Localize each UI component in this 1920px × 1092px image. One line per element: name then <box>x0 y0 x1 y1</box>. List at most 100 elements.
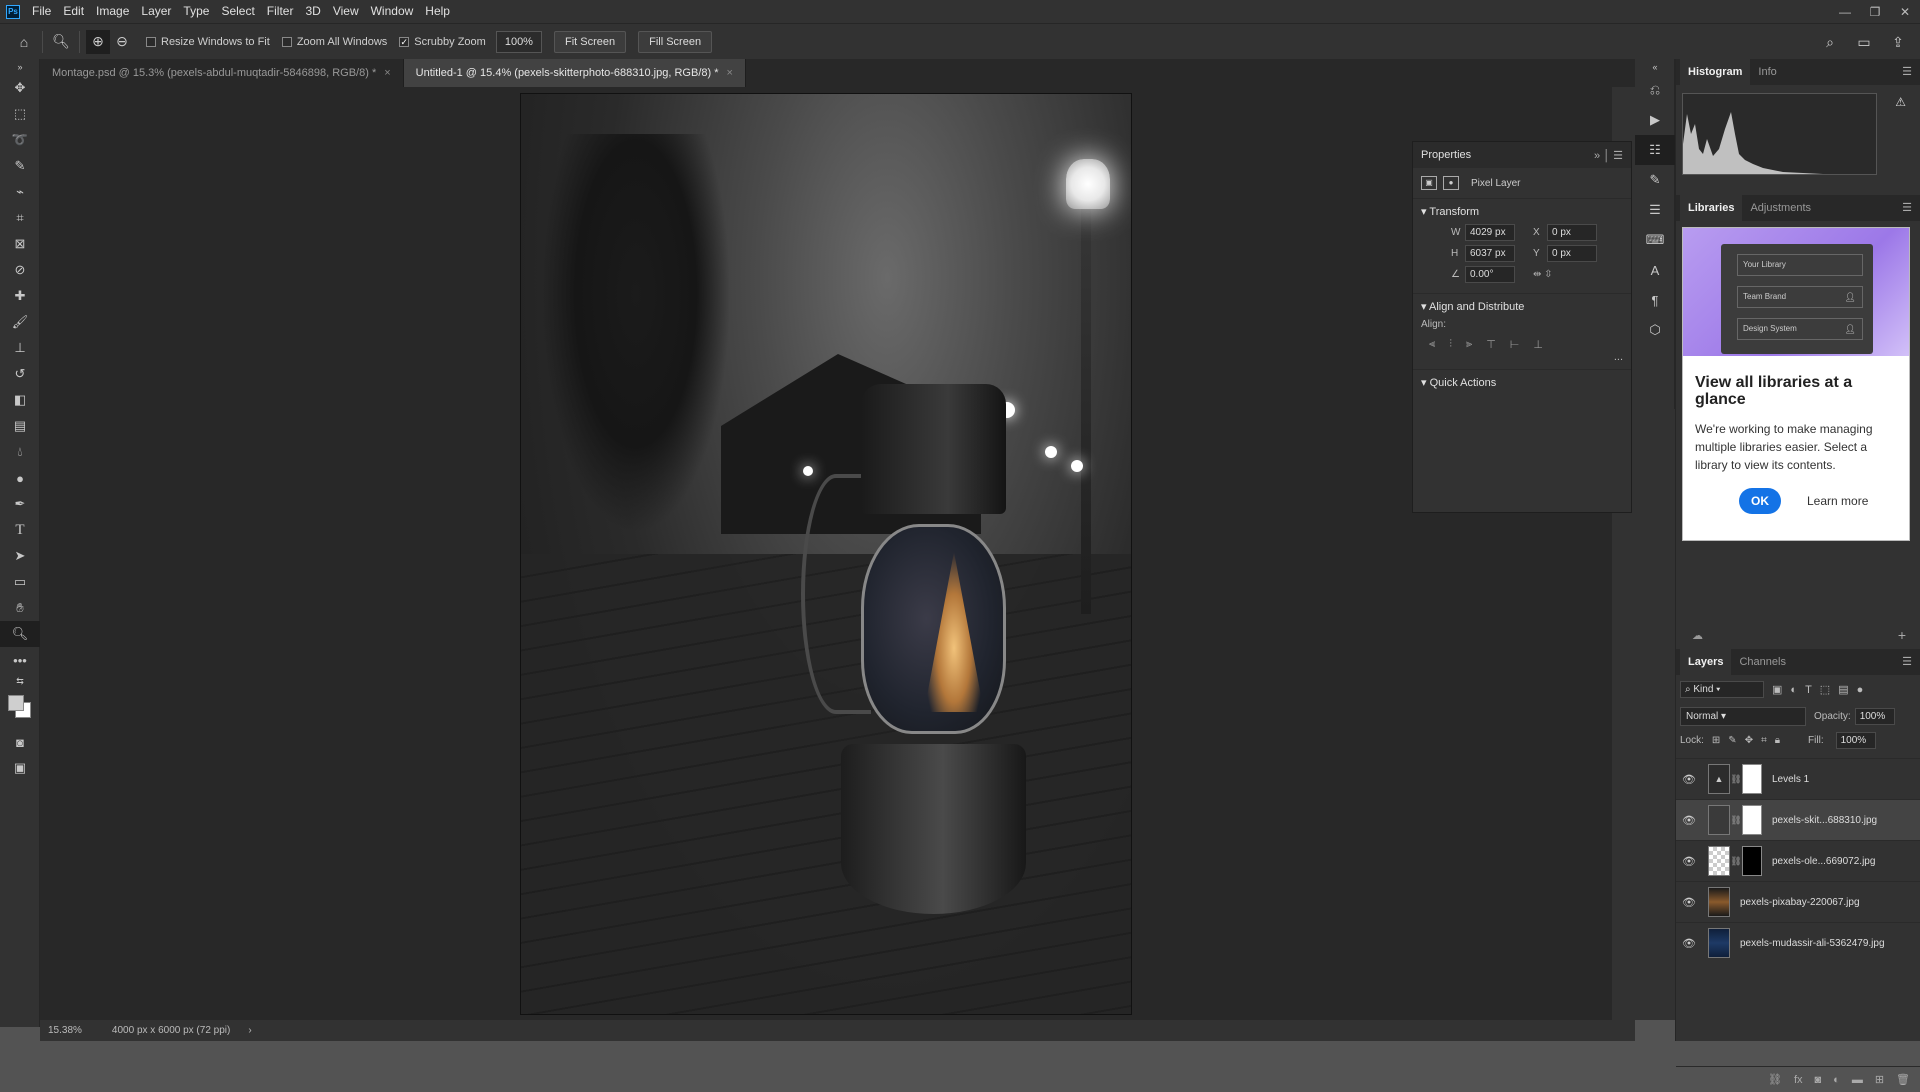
zoom-all-windows-option[interactable]: Zoom All Windows <box>281 36 387 48</box>
lock-position-icon[interactable]: ✥ <box>1745 735 1753 746</box>
kind-filter-dropdown[interactable]: ⌕ Kind ▾ <box>1680 681 1764 698</box>
marquee-tool-icon[interactable]: ⬚ <box>0 101 40 127</box>
new-layer-icon[interactable]: ⊞ <box>1875 1073 1884 1086</box>
more-options[interactable]: ... <box>1421 351 1623 363</box>
rectangle-tool-icon[interactable]: ▭ <box>0 569 40 595</box>
status-expand-icon[interactable]: › <box>248 1025 251 1036</box>
properties-header[interactable]: Properties » │ ☰ <box>1413 142 1631 168</box>
panel-menu-icon[interactable]: » │ ☰ <box>1594 149 1623 162</box>
layer-row[interactable]: 👁︎ ⛓︎ pexels-skit...688310.jpg <box>1676 799 1920 840</box>
visibility-eye-icon[interactable]: 👁︎ <box>1676 773 1702 786</box>
tab-montage[interactable]: Montage.psd @ 15.3% (pexels-abdul-muqtad… <box>40 59 404 87</box>
filter-toggle-icon[interactable]: ● <box>1857 684 1864 696</box>
visibility-eye-icon[interactable]: 👁︎ <box>1676 814 1702 827</box>
actions-panel-icon[interactable]: ▶ <box>1635 105 1675 135</box>
filter-adjustment-icon[interactable]: ◐ <box>1790 684 1797 696</box>
path-select-tool-icon[interactable]: ➤ <box>0 543 40 569</box>
tab-layers[interactable]: Layers <box>1680 649 1732 675</box>
zoom-tool-icon[interactable]: 🔍︎ <box>0 621 40 647</box>
align-title[interactable]: ▾ Align and Distribute <box>1421 300 1623 313</box>
cache-warning-icon[interactable]: ⚠ <box>1895 95 1906 109</box>
screen-mode-icon[interactable]: ▣ <box>0 755 40 781</box>
layer-mask-thumbnail[interactable] <box>1742 764 1762 794</box>
x-field[interactable]: 0 px <box>1547 224 1597 241</box>
layer-row[interactable]: 👁︎ ⛓︎ pexels-ole...669072.jpg <box>1676 840 1920 881</box>
gradient-tool-icon[interactable]: ▤ <box>0 413 40 439</box>
dodge-tool-icon[interactable]: ● <box>0 465 40 491</box>
share-icon[interactable]: ⇪ <box>1886 30 1910 54</box>
align-right-icon[interactable]: ⫸ <box>1466 338 1472 351</box>
filter-type-icon[interactable]: T <box>1805 684 1812 696</box>
type-tool-icon[interactable]: T <box>0 517 40 543</box>
tab-untitled-1[interactable]: Untitled-1 @ 15.4% (pexels-skitterphoto-… <box>403 59 746 87</box>
character-styles-icon[interactable]: ⌨ <box>1635 225 1675 255</box>
tab-libraries[interactable]: Libraries <box>1680 195 1743 221</box>
menu-select[interactable]: Select <box>215 0 260 23</box>
eraser-tool-icon[interactable]: ◧ <box>0 387 40 413</box>
layer-row[interactable]: 👁︎ pexels-mudassir-ali-5362479.jpg <box>1676 922 1920 963</box>
resize-windows-checkbox[interactable] <box>146 36 156 47</box>
blur-tool-icon[interactable]: 💧︎ <box>0 439 40 465</box>
object-select-tool-icon[interactable]: ⌁ <box>0 179 40 205</box>
layer-row[interactable]: 👁︎ ▲ ⛓︎ Levels 1 <box>1676 758 1920 799</box>
foreground-color-swatch[interactable] <box>8 695 24 711</box>
menu-image[interactable]: Image <box>90 0 135 23</box>
panel-menu-icon[interactable]: ☰ <box>1902 201 1912 214</box>
frame-tool-icon[interactable]: ⊠ <box>0 231 40 257</box>
hand-tool-icon[interactable]: ✋︎ <box>0 595 40 621</box>
menu-help[interactable]: Help <box>419 0 456 23</box>
ok-button[interactable]: OK <box>1739 488 1781 514</box>
menu-edit[interactable]: Edit <box>57 0 90 23</box>
new-adjustment-icon[interactable]: ◐ <box>1833 1074 1840 1086</box>
paragraph-panel-icon[interactable]: ¶ <box>1635 285 1675 315</box>
align-bottom-icon[interactable]: ⊥ <box>1533 338 1543 351</box>
align-top-icon[interactable]: ⊤ <box>1486 338 1496 351</box>
align-vcenter-icon[interactable]: ⊢ <box>1510 338 1520 351</box>
properties-panel-icon[interactable]: ☷ <box>1635 135 1675 165</box>
minimize-button[interactable]: — <box>1830 0 1860 23</box>
link-icon[interactable]: ⛓︎ <box>1730 774 1742 785</box>
angle-field[interactable]: 0.00° <box>1465 266 1515 283</box>
crop-tool-icon[interactable]: ⌗ <box>0 205 40 231</box>
y-field[interactable]: 0 px <box>1547 245 1597 262</box>
lock-all-icon[interactable]: 🔒︎ <box>1775 735 1780 746</box>
fill-field[interactable]: 100% <box>1835 732 1876 749</box>
layer-mask-thumbnail[interactable] <box>1742 846 1762 876</box>
flip-icons[interactable]: ⇹ ⇳ <box>1533 269 1553 280</box>
filter-smartobject-icon[interactable]: ▤ <box>1838 683 1848 696</box>
visibility-eye-icon[interactable]: 👁︎ <box>1676 855 1702 868</box>
scrubby-zoom-option[interactable]: ✓ Scrubby Zoom <box>399 36 486 48</box>
adjustments-sliders-icon[interactable]: ☰ <box>1635 195 1675 225</box>
layer-mask-thumbnail[interactable] <box>1742 805 1762 835</box>
edit-toolbar-icon[interactable]: ••• <box>0 647 40 673</box>
collapse-panels-icon[interactable]: « <box>1635 59 1675 75</box>
close-tab-icon[interactable]: × <box>727 67 733 79</box>
quick-mask-icon[interactable]: ◙ <box>0 729 40 755</box>
resize-windows-option[interactable]: Resize Windows to Fit <box>146 36 270 48</box>
clone-stamp-tool-icon[interactable]: ⊥ <box>0 335 40 361</box>
close-tab-icon[interactable]: × <box>384 67 390 79</box>
search-icon[interactable]: ⌕ <box>1818 30 1842 54</box>
zoom-tool-preset-icon[interactable]: 🔍︎ <box>49 30 73 54</box>
visibility-eye-icon[interactable]: 👁︎ <box>1676 937 1702 950</box>
zoom-in-icon[interactable]: ⊕ <box>86 29 110 54</box>
menu-file[interactable]: File <box>26 0 57 23</box>
link-layers-icon[interactable]: ⛓︎ <box>1768 1073 1782 1086</box>
align-hcenter-icon[interactable]: ⫶ <box>1449 338 1452 351</box>
menu-3d[interactable]: 3D <box>299 0 326 23</box>
swap-colors-icon[interactable]: ⇆ <box>0 673 40 689</box>
learn-more-link[interactable]: Learn more <box>1807 494 1868 508</box>
restore-button[interactable]: ❐ <box>1860 0 1890 23</box>
height-field[interactable]: 6037 px <box>1465 245 1515 262</box>
brush-tool-icon[interactable]: 🖌︎ <box>0 309 40 335</box>
tab-adjustments[interactable]: Adjustments <box>1742 195 1819 221</box>
transform-title[interactable]: ▾ Transform <box>1421 205 1623 218</box>
lock-transparent-icon[interactable]: ⊞ <box>1712 735 1720 746</box>
layer-row[interactable]: 👁︎ pexels-pixabay-220067.jpg <box>1676 881 1920 922</box>
delete-layer-icon[interactable]: 🗑︎ <box>1896 1073 1910 1086</box>
lock-artboard-icon[interactable]: ⌗ <box>1761 735 1767 746</box>
history-brush-tool-icon[interactable]: ↺ <box>0 361 40 387</box>
brush-settings-icon[interactable]: ✎ <box>1635 165 1675 195</box>
canvas-area[interactable] <box>40 87 1612 1020</box>
fx-icon[interactable]: fx <box>1794 1074 1803 1086</box>
